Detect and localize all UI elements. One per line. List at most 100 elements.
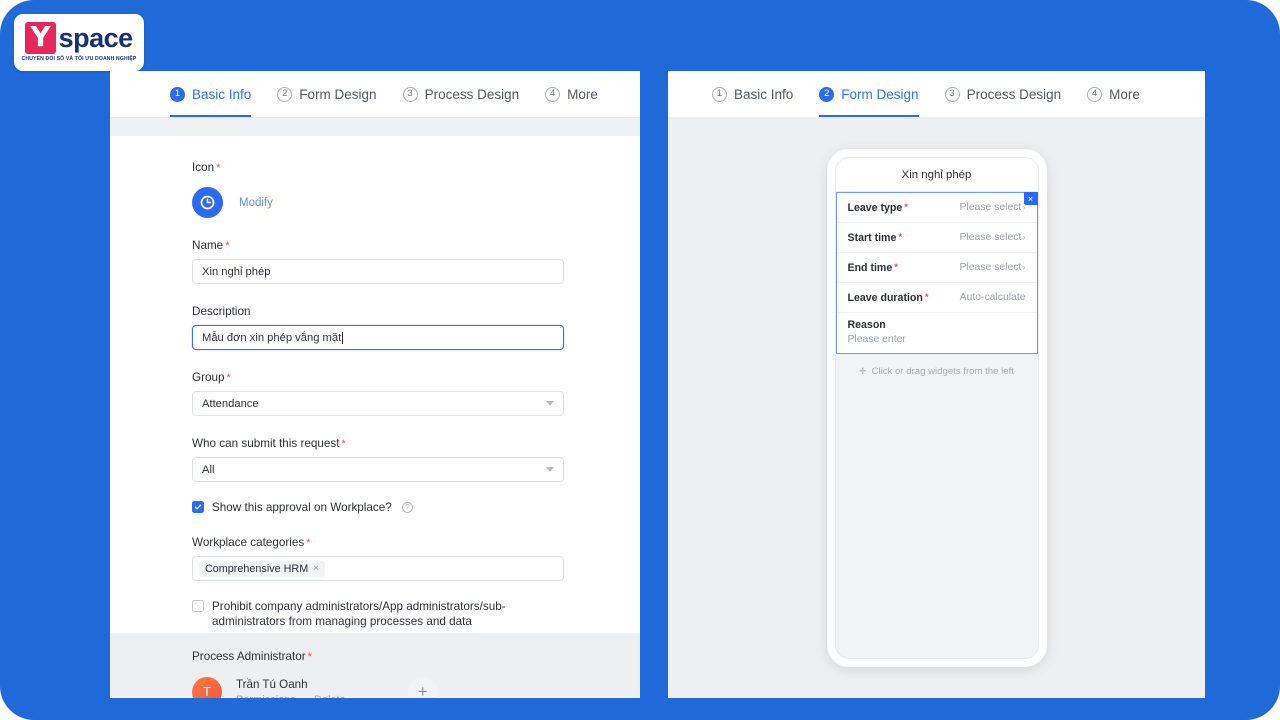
category-tag: Comprehensive HRM × <box>199 560 326 577</box>
tab-number: 1 <box>170 86 185 102</box>
phone-mockup: Xin nghỉ phép × Leave type * Please selec… <box>826 149 1047 667</box>
admin-details: Trần Tú Oanh Permissions Delete <box>236 678 346 698</box>
widget-value-text: Please select <box>959 262 1022 273</box>
required-marker: * <box>341 438 346 450</box>
widget-label: Leave duration * <box>848 292 929 304</box>
widget-label: Reason <box>847 319 886 331</box>
widget-label: End time * <box>848 262 898 274</box>
tab-label: Form Design <box>299 86 377 102</box>
widget-value-text: Please select <box>959 202 1022 213</box>
tab-process-design[interactable]: 3 Process Design <box>402 71 520 117</box>
widget-value-text: Auto-calculate <box>959 292 1026 303</box>
clock-icon[interactable] <box>192 187 223 218</box>
modify-icon-link[interactable]: Modify <box>239 197 273 209</box>
toolbar-strip <box>110 117 640 136</box>
show-on-workplace-row[interactable]: Show this approval on Workplace? ? <box>192 500 640 515</box>
required-marker: * <box>924 292 929 303</box>
chevron-right-icon: › <box>1022 262 1026 273</box>
required-marker: * <box>225 240 230 252</box>
tab-number: 3 <box>402 86 418 102</box>
who-can-submit-value: All <box>202 463 215 476</box>
right-tabbar: 1 Basic Info 2 Form Design 3 Process Des… <box>668 71 1205 117</box>
tab-label: Basic Info <box>192 86 252 102</box>
prohibit-admins-checkbox[interactable] <box>192 600 204 612</box>
tab-more[interactable]: 4 More <box>1087 71 1140 117</box>
logo-name: space <box>58 22 134 53</box>
group-select[interactable]: Attendance <box>192 391 564 416</box>
tab-label: Form Design <box>841 86 919 102</box>
tab-number: 1 <box>712 86 727 102</box>
field-description: Description Mẫu đơn xin phép vắng mặt <box>192 302 640 350</box>
required-marker: * <box>226 372 231 384</box>
widget-row-leave-duration[interactable]: Leave duration * Auto-calculate <box>836 283 1037 313</box>
admin-name: Trần Tú Oanh <box>236 678 308 691</box>
add-administrator-button[interactable]: + <box>407 677 438 698</box>
delete-link[interactable]: Delete <box>314 694 346 698</box>
text-caret <box>342 331 344 344</box>
tab-more[interactable]: 4 More <box>545 71 598 117</box>
form-design-panel: 1 Basic Info 2 Form Design 3 Process Des… <box>668 71 1205 698</box>
required-marker: * <box>894 262 898 273</box>
field-icon: Icon * Modify <box>192 158 640 218</box>
workplace-categories-input[interactable]: Comprehensive HRM × <box>192 556 564 581</box>
widget-value: Auto-calculate <box>960 292 1026 303</box>
field-label: Workplace categories <box>192 536 305 549</box>
name-input[interactable]: Xin nghỉ phép <box>192 259 564 284</box>
widget-row-reason[interactable]: Reason Please enter <box>837 313 1037 353</box>
tab-basic-info[interactable]: 1 Basic Info <box>712 71 793 117</box>
logo-wordmark: Y space <box>25 22 134 54</box>
widget-value: Please select › <box>960 202 1026 213</box>
drop-hint: ✛ Click or drag widgets from the left <box>836 354 1038 388</box>
logo-mark-icon: Y <box>25 22 56 54</box>
brand-logo: Y space CHUYỂN ĐỔI SỐ VÀ TỐI ƯU DOANH NG… <box>14 14 144 71</box>
show-on-workplace-checkbox[interactable] <box>192 501 204 513</box>
remove-tag-icon[interactable]: × <box>313 563 319 574</box>
who-can-submit-select[interactable]: All <box>192 457 564 482</box>
group-select-value: Attendance <box>202 397 259 410</box>
widget-label-text: Start time <box>847 231 897 244</box>
app-root: Y space CHUYỂN ĐỔI SỐ VÀ TỐI ƯU DOANH NG… <box>0 0 1280 720</box>
prohibit-admins-row[interactable]: Prohibit company administrators/App admi… <box>192 599 552 629</box>
widget-label: Start time * <box>848 232 903 244</box>
permissions-link[interactable]: Permissions <box>236 694 296 698</box>
widget-row-end-time[interactable]: End time * Please select › <box>836 253 1037 283</box>
close-icon[interactable]: × <box>1023 192 1038 205</box>
name-input-value: Xin nghỉ phép <box>202 265 271 278</box>
prohibit-admins-label: Prohibit company administrators/App admi… <box>212 600 506 628</box>
phone-screen: Xin nghỉ phép × Leave type * Please selec… <box>834 157 1039 659</box>
chevron-down-icon <box>546 401 554 406</box>
logo-tagline: CHUYỂN ĐỔI SỐ VÀ TỐI ƯU DOANH NGHIỆP <box>21 56 137 62</box>
field-group: Group * Attendance <box>192 368 640 416</box>
tab-label: Process Design <box>424 86 520 102</box>
field-label: Icon <box>192 161 215 174</box>
help-icon[interactable]: ? <box>402 502 413 513</box>
field-label: Who can submit this request <box>192 437 340 450</box>
widget-group[interactable]: × Leave type * Please select › Start tim… <box>835 192 1038 354</box>
tab-label: More <box>567 86 598 102</box>
chevron-right-icon: › <box>1022 232 1026 243</box>
field-label: Name <box>192 239 224 252</box>
field-workplace-categories: Workplace categories * Comprehensive HRM … <box>192 533 640 581</box>
tab-process-design[interactable]: 3 Process Design <box>944 71 1062 117</box>
required-marker: * <box>306 537 311 549</box>
basic-info-form: Icon * Modify Name * Xin nghỉ phép Descr… <box>110 136 640 698</box>
tab-form-design[interactable]: 2 Form Design <box>277 71 377 117</box>
widget-row-leave-type[interactable]: Leave type * Please select › <box>836 193 1037 223</box>
description-input[interactable]: Mẫu đơn xin phép vắng mặt <box>192 325 564 350</box>
field-label: Group <box>192 371 225 384</box>
avatar: T <box>192 677 222 698</box>
widget-row-start-time[interactable]: Start time * Please select › <box>836 223 1037 253</box>
tab-form-design[interactable]: 2 Form Design <box>819 71 919 117</box>
tab-basic-info[interactable]: 1 Basic Info <box>170 71 252 117</box>
field-label: Process Administrator <box>192 650 306 663</box>
tab-label: Process Design <box>966 86 1062 102</box>
drop-hint-text: Click or drag widgets from the left <box>871 365 1014 377</box>
field-label: Description <box>192 305 251 318</box>
required-marker: * <box>904 202 908 213</box>
